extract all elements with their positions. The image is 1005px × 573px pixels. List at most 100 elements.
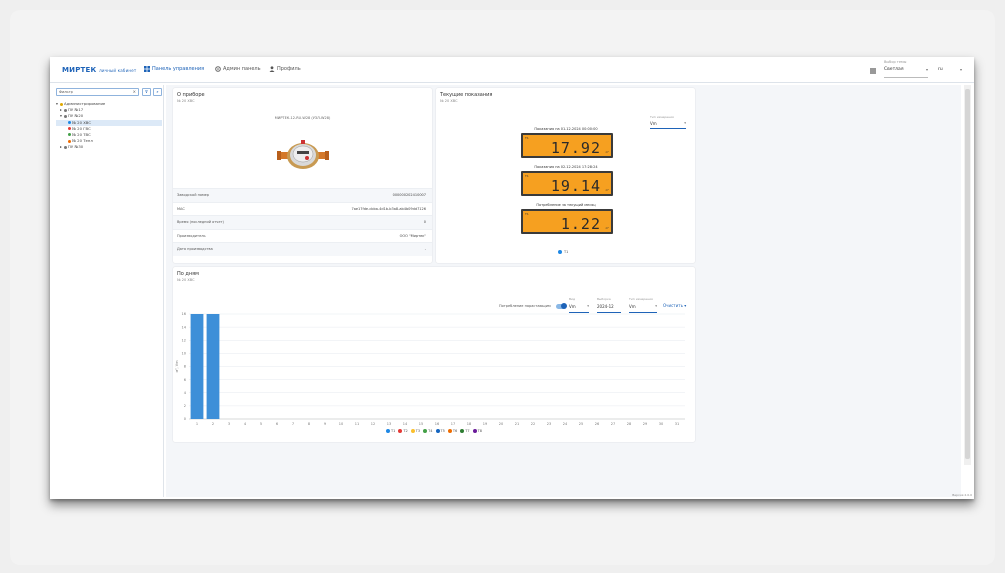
main-content: О приборе № 20 ХВС МИРТЕК-12-RU-W28 (УЗЛ… [166,85,961,497]
lcd-display: T1 19.14 m³ [521,171,613,196]
x-tick-label: 8 [308,422,310,426]
flame-icon [68,139,71,143]
legend-item[interactable]: T5 [435,429,445,433]
x-tick-label: 10 [339,422,343,426]
x-tick-label: 24 [563,422,568,426]
chevron-down-icon: ▾ [959,67,962,72]
lcd-value: 1.22 [560,215,601,233]
chart-card-title: По дням [177,271,199,277]
legend-item[interactable]: T8 [472,429,482,433]
sidebar-search-row: Фильтр × ⊽ ⌕ [56,88,164,96]
property-row: MAC 7ae17fde-cbba-4d1b-b3a8-ab4b09dd7126 [173,201,432,216]
measurement-type-select[interactable]: Тип измерения Vm ▾ [650,115,686,129]
x-tick-label: 19 [483,422,487,426]
legend-dot [423,429,428,433]
legend-item[interactable]: T1 [386,429,395,433]
legend-dot [460,429,465,433]
property-key: Заводской номер [177,193,210,197]
lcd-caption: Показания на 02.12.2024 17:28:24 [534,165,598,169]
lcd-tag: T1 [525,212,529,216]
search-input[interactable]: Фильтр × [56,88,139,96]
lcd-unit: m³ [605,189,609,192]
meter-icon [64,108,67,112]
logo[interactable]: МИРТЕК личный кабинет [62,66,136,74]
legend-label: T2 [403,429,408,433]
tree-node-label: ПУ №30 [68,144,84,150]
property-row: Заводской номер 000000202410007 [173,188,432,202]
lcd-unit: m³ [605,227,609,230]
filter-button[interactable]: ⊽ [142,88,151,96]
app-window: МИРТЕК личный кабинет Панель управления … [50,57,974,499]
legend-label: T5 [440,429,445,433]
x-tick-label: 2 [212,422,214,426]
legend-item[interactable]: T3 [410,429,420,433]
legend-label: T6 [452,429,458,433]
legend-label: T8 [477,429,482,433]
lcd-unit: m³ [605,151,609,154]
legend-label: T4 [428,429,433,433]
device-name: МИРТЕК-12-RU-W28 (УЗЛ-W28) [274,116,331,120]
x-tick-label: 3 [228,422,230,426]
language-select[interactable]: ru ▾ [938,67,962,78]
y-tick-label: 4 [184,391,187,395]
device-card-title: О приборе [177,92,205,98]
property-key: MAC [177,206,185,211]
x-tick-label: 16 [435,422,439,426]
nav-profile[interactable]: Профиль [269,66,301,72]
legend-label: T7 [465,429,470,433]
search-button[interactable]: ⌕ [153,88,162,96]
legend-dot [410,429,415,433]
clear-icon[interactable]: × [133,89,136,95]
search-placeholder: Фильтр [59,90,73,94]
readings-card-title: Текущие показания [440,92,493,98]
device-properties: Заводской номер 000000202410007 MAC 7ae17fd… [173,188,432,256]
legend-dot [435,429,440,433]
x-tick-label: 14 [403,422,408,426]
sidebar: Фильтр × ⊽ ⌕ ▾ Администрирование ▸ ПУ №17 ▾ П… [52,85,164,497]
x-tick-label: 22 [531,422,535,426]
legend-item[interactable]: T7 [460,429,470,433]
scrollbar-thumb[interactable] [965,89,970,459]
tree-node-label: ПУ №20 [68,113,84,119]
vertical-scrollbar[interactable] [964,85,971,465]
readings-legend[interactable]: T1 [558,250,568,254]
x-tick-label: 12 [371,422,375,426]
theme-select-value: Светлая [884,67,904,72]
lcd-value: 19.14 [550,177,601,195]
x-tick-label: 23 [547,422,551,426]
legend-item[interactable]: T6 [447,429,458,433]
x-tick-label: 29 [643,422,647,426]
chart-card-subtitle: № 20 ХВС [177,278,195,282]
nav-admin-panel[interactable]: Админ панель [215,66,261,72]
y-tick-label: 10 [182,352,186,356]
readings-card: Текущие показания № 20 ХВС Тип измерения… [436,88,695,263]
gear-icon [215,66,221,72]
daily-chart-card: По дням № 20 ХВС Потребление нарастающим… [173,267,695,442]
drop-blue-icon [68,121,71,125]
x-tick-label: 6 [276,422,278,426]
legend-dot [472,429,477,433]
x-tick-label: 13 [387,422,391,426]
y-tick-label: 8 [184,365,186,369]
y-tick-label: 16 [182,312,186,316]
measurement-type-label: Тип измерения [650,115,674,119]
x-tick-label: 28 [627,422,631,426]
lcd-display: T1 1.22 m³ [521,209,613,234]
legend-dot [447,429,452,433]
nav-control-panel[interactable]: Панель управления [144,66,204,72]
device-card-subtitle: № 20 ХВС [177,99,195,103]
theme-select[interactable]: Выбор темы Светлая ▾ [884,60,928,78]
y-tick-label: 6 [184,378,186,382]
apps-grid-icon[interactable] [870,68,876,74]
chevron-down-icon: ▾ [925,67,928,72]
chart-legend: T1 T2 T3 T4 T5 T6 T7 T8 [173,429,695,433]
theme-select-label: Выбор темы [884,60,907,64]
y-tick-label: 2 [184,404,186,408]
tree-node[interactable]: ▸ ПУ №30 [56,144,162,150]
legend-label: T1 [391,429,396,433]
legend-item[interactable]: T2 [398,429,408,433]
dashboard-icon [144,66,150,72]
legend-item[interactable]: T4 [423,429,433,433]
property-value: 7ae17fde-cbba-4d1b-b3a8-ab4b09dd7126 [351,206,427,211]
lcd-value: 17.92 [550,139,601,157]
